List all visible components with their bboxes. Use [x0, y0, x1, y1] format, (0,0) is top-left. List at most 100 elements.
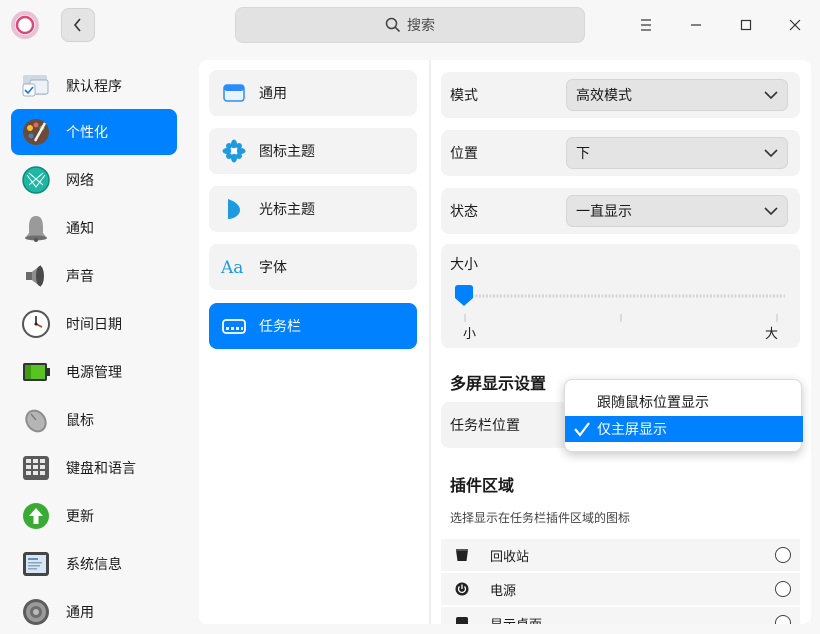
flower-icon [221, 138, 247, 164]
position-select-value: 下 [576, 146, 590, 162]
plugin-radio[interactable] [775, 615, 791, 624]
sidebar-item-power[interactable]: 电源管理 [11, 349, 177, 395]
subnav-item-label: 光标主题 [259, 202, 315, 218]
search-placeholder: 搜索 [407, 18, 435, 34]
app-logo-icon [10, 10, 40, 40]
sidebar-item-notification[interactable]: 通知 [11, 205, 177, 251]
size-min-label: 小 [463, 327, 477, 342]
close-button[interactable] [780, 10, 810, 40]
power-icon [454, 582, 470, 596]
bell-icon [21, 213, 51, 243]
clock-icon [21, 309, 51, 339]
state-label: 状态 [450, 204, 478, 220]
sidebar-item-keyboard[interactable]: 键盘和语言 [11, 445, 177, 491]
title-bar: 搜索 [0, 0, 820, 50]
search-icon [385, 17, 401, 33]
multi-screen-heading: 多屏显示设置 [450, 374, 547, 393]
mode-select-value: 高效模式 [576, 88, 632, 104]
maximize-icon [740, 19, 752, 31]
subnav-item-cursor-theme[interactable]: 光标主题 [209, 186, 417, 232]
chevron-down-icon [764, 91, 778, 100]
sidebar-item-label: 通知 [66, 221, 94, 237]
chevron-down-icon [764, 149, 778, 158]
menu-icon [641, 19, 651, 31]
mode-select[interactable]: 高效模式 [566, 79, 788, 111]
dropdown-option-follow-mouse[interactable]: 跟随鼠标位置显示 [565, 389, 803, 415]
subnav-item-label: 字体 [259, 260, 287, 276]
sidebar-item-sound[interactable]: 声音 [11, 253, 177, 299]
sidebar-item-label: 网络 [66, 173, 94, 189]
plugin-row-show-desktop[interactable]: 显示桌面 [441, 607, 800, 624]
size-slider[interactable] [441, 280, 800, 348]
back-button[interactable] [61, 8, 95, 42]
plugin-row-power[interactable]: 电源 [441, 573, 800, 605]
slider-handle [455, 285, 473, 306]
personalization-icon [21, 117, 51, 147]
plugin-radio[interactable] [775, 547, 791, 563]
svg-text:Aa: Aa [221, 258, 243, 277]
position-row: 位置 下 [441, 130, 800, 176]
sidebar-item-label: 声音 [66, 269, 94, 285]
subnav-item-font[interactable]: Aa 字体 [209, 244, 417, 290]
sidebar-item-label: 更新 [66, 509, 94, 525]
state-select[interactable]: 一直显示 [566, 195, 788, 227]
subnav-item-icon-theme[interactable]: 图标主题 [209, 128, 417, 174]
sidebar-item-datetime[interactable]: 时间日期 [11, 301, 177, 347]
sidebar-item-network[interactable]: 网络 [11, 157, 177, 203]
sub-navigation-panel: 通用 图标主题 光标主题 Aa 字体 任务栏 [199, 60, 429, 624]
mode-label: 模式 [450, 88, 478, 104]
plugin-radio[interactable] [775, 581, 791, 597]
dropdown-option-label: 跟随鼠标位置显示 [597, 395, 709, 411]
cursor-icon [221, 196, 247, 222]
plugin-area-heading: 插件区域 [450, 476, 515, 495]
taskbar-position-dropdown: 跟随鼠标位置显示 仅主屏显示 [564, 379, 803, 452]
subnav-item-label: 任务栏 [259, 319, 301, 335]
plugin-row-trash[interactable]: 回收站 [441, 539, 800, 571]
dropdown-option-main-screen[interactable]: 仅主屏显示 [565, 416, 803, 442]
search-input[interactable]: 搜索 [235, 7, 585, 43]
sidebar-item-label: 键盘和语言 [66, 461, 136, 477]
dropdown-option-label: 仅主屏显示 [597, 422, 667, 438]
sidebar-item-system-info[interactable]: 系统信息 [11, 541, 177, 587]
mouse-icon [21, 405, 51, 435]
size-setting: 大小 小 大 [441, 244, 800, 348]
subnav-item-general[interactable]: 通用 [209, 70, 417, 116]
minimize-button[interactable] [681, 10, 711, 40]
plugin-area-description: 选择显示在任务栏插件区域的图标 [450, 511, 631, 525]
speaker-icon [21, 261, 51, 291]
maximize-button[interactable] [731, 10, 761, 40]
desktop-icon [454, 616, 470, 624]
taskbar-settings-panel: 模式 高效模式 位置 下 状态 一直显示 大小 小 大 多屏显示设置 任务栏位置… [431, 60, 811, 624]
system-info-icon [21, 549, 51, 579]
sidebar-item-general[interactable]: 通用 [11, 589, 177, 634]
mode-row: 模式 高效模式 [441, 72, 800, 118]
update-icon [21, 501, 51, 531]
taskbar-icon [221, 313, 247, 339]
state-select-value: 一直显示 [576, 204, 632, 220]
sidebar-item-label: 系统信息 [66, 557, 122, 573]
sidebar-item-label: 通用 [66, 605, 94, 621]
sidebar-item-personalization[interactable]: 个性化 [11, 109, 177, 155]
chevron-left-icon [73, 18, 81, 32]
sidebar-item-mouse[interactable]: 鼠标 [11, 397, 177, 443]
menu-button[interactable] [631, 10, 661, 40]
checkmark-icon [574, 422, 590, 437]
chevron-down-icon [764, 207, 778, 216]
subnav-item-label: 图标主题 [259, 144, 315, 160]
sidebar-item-update[interactable]: 更新 [11, 493, 177, 539]
sidebar-item-label: 电源管理 [66, 365, 122, 381]
sidebar-item-label: 个性化 [66, 125, 108, 141]
minimize-icon [691, 24, 701, 26]
subnav-item-taskbar[interactable]: 任务栏 [209, 303, 417, 349]
sidebar: 默认程序 个性化 网络 通知 声音 时间日期 电源管理 鼠标 键盘和语言 更新 … [0, 50, 188, 634]
position-select[interactable]: 下 [566, 137, 788, 169]
sidebar-item-default-apps[interactable]: 默认程序 [11, 63, 177, 109]
size-label: 大小 [450, 257, 478, 273]
plugin-label: 电源 [490, 583, 517, 599]
plugin-label: 显示桌面 [490, 614, 542, 625]
state-row: 状态 一直显示 [441, 188, 800, 234]
trash-icon [454, 548, 470, 562]
close-icon [789, 19, 801, 31]
default-apps-icon [21, 71, 51, 101]
sidebar-item-label: 鼠标 [66, 413, 94, 429]
